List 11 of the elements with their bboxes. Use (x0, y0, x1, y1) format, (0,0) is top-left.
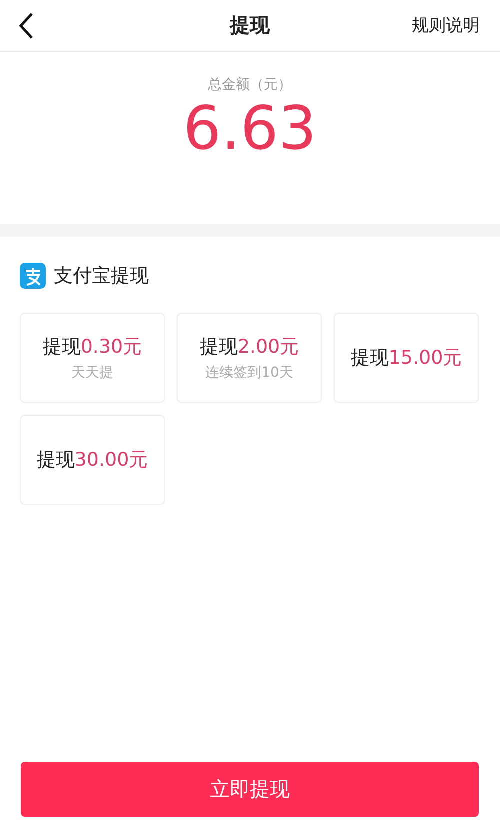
section-title: 支付宝提现 (54, 264, 149, 289)
rules-link[interactable]: 规则说明 (412, 14, 480, 37)
balance-amount: 6.63 (183, 96, 317, 162)
withdraw-option[interactable]: 提现15.00元 (334, 313, 479, 403)
withdraw-option[interactable]: 提现0.30元 天天提 (20, 313, 165, 403)
withdraw-button[interactable]: 立即提现 (21, 762, 479, 817)
alipay-icon (20, 263, 46, 289)
page-title: 提现 (230, 12, 270, 39)
withdraw-option[interactable]: 提现2.00元 连续签到10天 (177, 313, 322, 403)
balance-label: 总金额（元） (208, 76, 292, 94)
withdraw-option[interactable]: 提现30.00元 (20, 415, 165, 505)
